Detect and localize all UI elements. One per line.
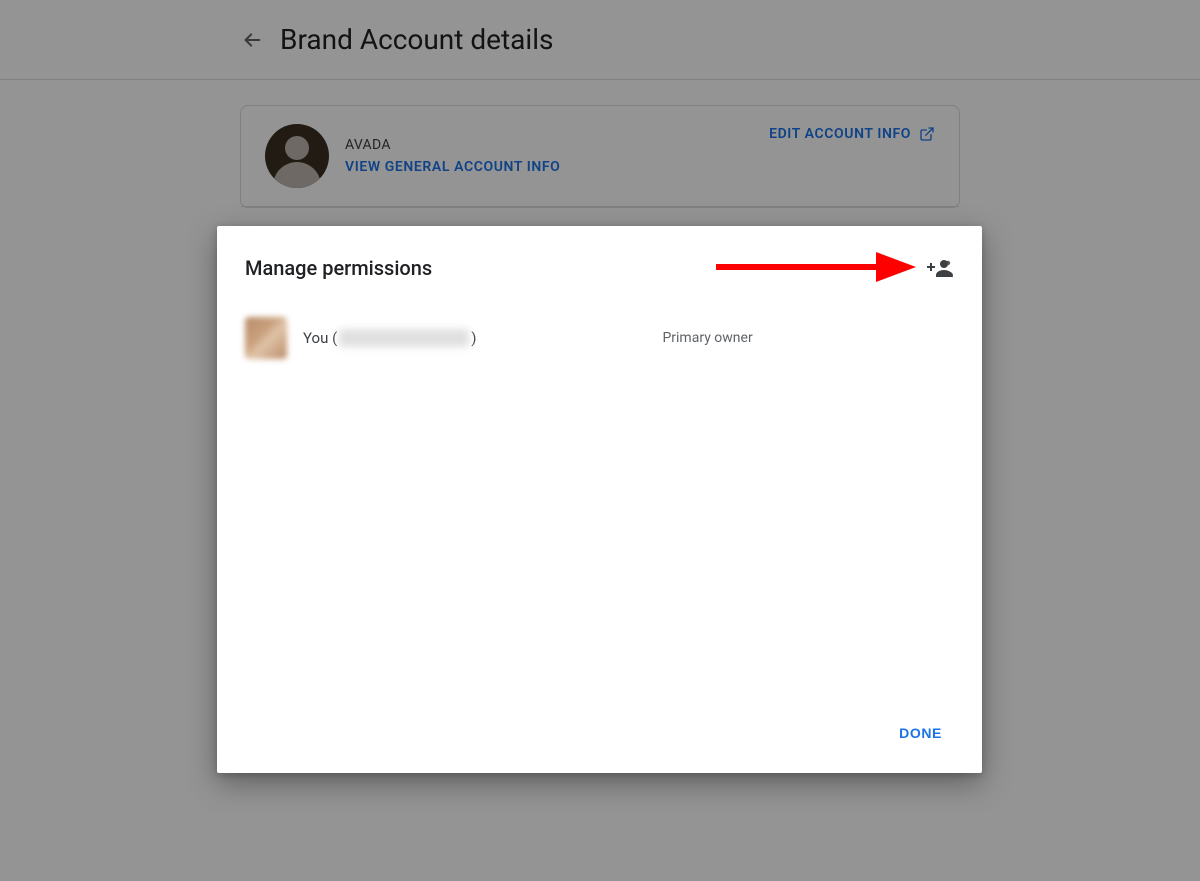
done-button[interactable]: DONE: [887, 717, 954, 749]
user-avatar: [245, 317, 287, 359]
user-label-suffix: ): [471, 329, 476, 347]
permission-row: You ( ) Primary owner: [245, 310, 954, 366]
person-add-icon: [927, 258, 953, 278]
add-people-button[interactable]: [926, 254, 954, 282]
dialog-footer: DONE: [217, 717, 982, 773]
user-label-prefix: You (: [303, 329, 337, 347]
permission-role: Primary owner: [662, 330, 752, 346]
user-email-redacted: [339, 329, 469, 347]
permission-list: You ( ) Primary owner: [217, 290, 982, 717]
permission-user: You ( ): [287, 329, 476, 347]
manage-permissions-dialog: Manage permissions You ( ) P: [217, 226, 982, 773]
dialog-header: Manage permissions: [217, 226, 982, 290]
dialog-title: Manage permissions: [245, 256, 926, 280]
